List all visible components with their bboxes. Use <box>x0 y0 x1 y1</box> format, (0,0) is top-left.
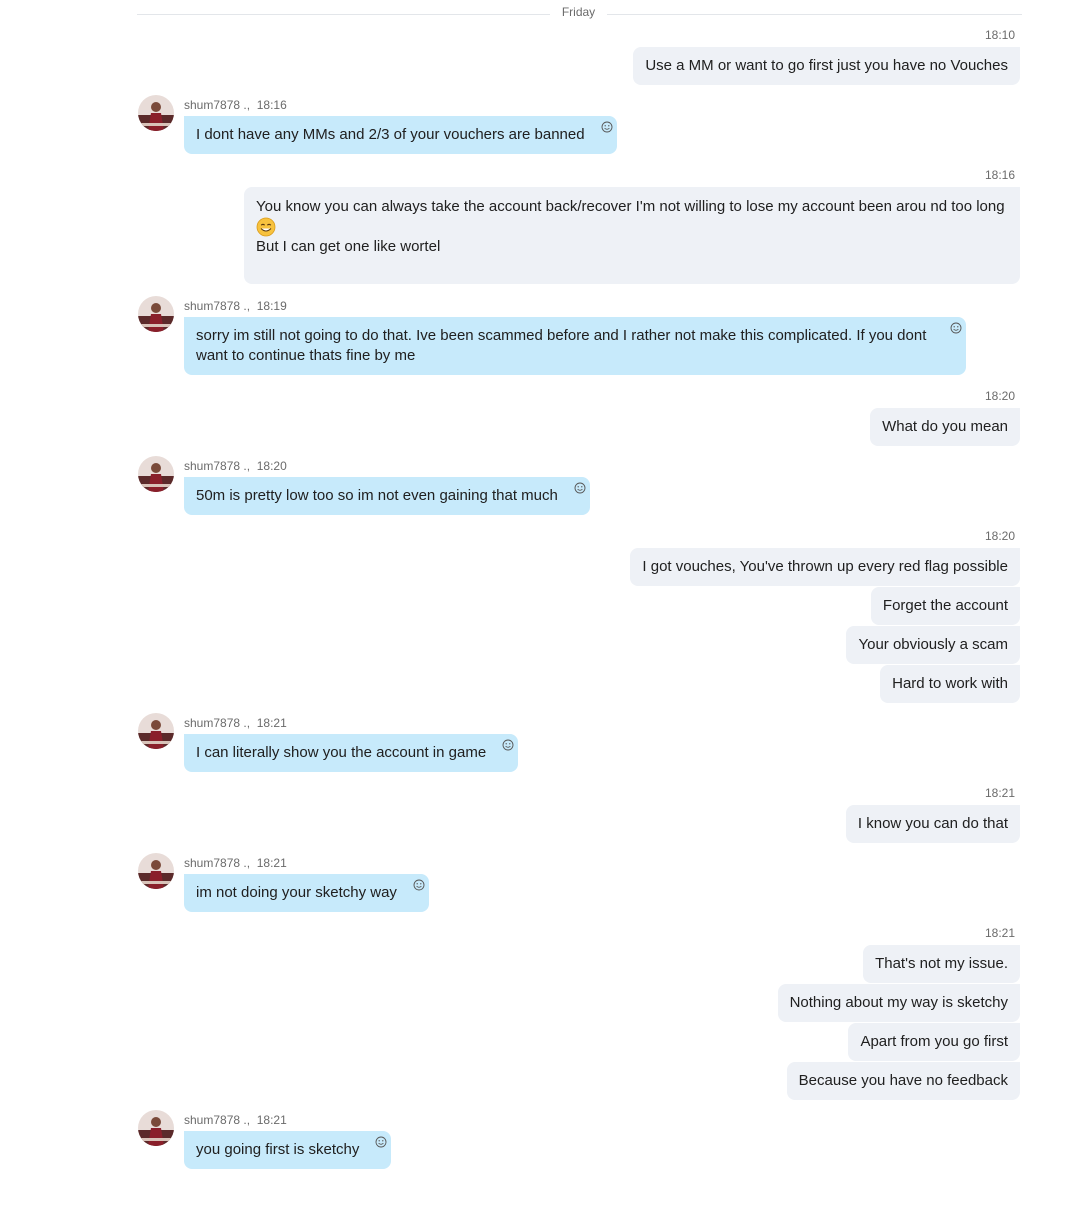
incoming-message[interactable]: I dont have any MMs and 2/3 of your vouc… <box>184 116 617 154</box>
outgoing-message[interactable]: I know you can do that <box>845 805 1020 843</box>
message-text: Forget the account <box>882 597 1008 614</box>
outgoing-message[interactable]: Apart from you go first <box>848 1023 1020 1061</box>
sender-name: shum7878 ., <box>184 856 251 870</box>
add-reaction-icon[interactable] <box>601 121 613 133</box>
message-text: Use a MM or want to go first just you ha… <box>645 57 1008 74</box>
smiling-face-icon <box>256 217 276 237</box>
sender-name: shum7878 ., <box>184 1113 251 1127</box>
message-timestamp: 18:21 <box>256 856 287 870</box>
avatar[interactable] <box>138 853 174 889</box>
add-reaction-icon[interactable] <box>950 322 962 334</box>
sender-header: shum7878 ., 18:21 <box>184 856 287 870</box>
message-timestamp: 18:16 <box>984 168 1015 182</box>
sender-name: shum7878 ., <box>184 98 251 112</box>
message-text: im not doing your sketchy way <box>196 884 397 901</box>
outgoing-message[interactable]: Because you have no feedback <box>786 1062 1020 1100</box>
sender-name: shum7878 ., <box>184 459 251 473</box>
message-timestamp: 18:21 <box>984 786 1015 800</box>
message-text: What do you mean <box>882 418 1008 435</box>
outgoing-message[interactable]: Use a MM or want to go first just you ha… <box>633 47 1020 85</box>
sender-header: shum7878 ., 18:20 <box>184 459 287 473</box>
incoming-message[interactable]: you going first is sketchy <box>184 1131 392 1169</box>
emoji-line <box>256 217 1008 237</box>
message-timestamp: 18:16 <box>256 98 287 112</box>
day-label: Friday <box>561 5 596 19</box>
day-separator: Friday <box>137 4 1022 24</box>
message-text: I can literally show you the account in … <box>196 744 487 761</box>
outgoing-message[interactable]: You know you can always take the account… <box>244 187 1020 284</box>
message-text: Hard to work with <box>892 675 1008 692</box>
message-text: I got vouches, You've thrown up every re… <box>642 558 1008 575</box>
avatar[interactable] <box>138 1110 174 1146</box>
message-text: Because you have no feedback <box>798 1072 1008 1089</box>
message-text: I dont have any MMs and 2/3 of your vouc… <box>196 126 585 143</box>
add-reaction-icon[interactable] <box>413 879 425 891</box>
outgoing-message[interactable]: What do you mean <box>870 408 1020 446</box>
outgoing-message[interactable]: I got vouches, You've thrown up every re… <box>630 548 1020 586</box>
incoming-message[interactable]: I can literally show you the account in … <box>184 734 519 772</box>
message-timestamp: 18:21 <box>256 716 287 730</box>
outgoing-message[interactable]: Nothing about my way is sketchy <box>777 984 1020 1022</box>
incoming-message[interactable]: 50m is pretty low too so im not even gai… <box>184 477 590 515</box>
outgoing-message[interactable]: Your obviously a scam <box>846 626 1020 664</box>
message-text: 50m is pretty low too so im not even gai… <box>196 487 558 504</box>
incoming-message[interactable]: sorry im still not going to do that. Ive… <box>184 317 966 375</box>
sender-header: shum7878 ., 18:21 <box>184 716 287 730</box>
sender-header: shum7878 ., 18:16 <box>184 98 287 112</box>
message-text: want to continue thats fine by me <box>196 347 416 364</box>
avatar[interactable] <box>138 296 174 332</box>
avatar[interactable] <box>138 456 174 492</box>
add-reaction-icon[interactable] <box>502 739 514 751</box>
message-text: sorry im still not going to do that. Ive… <box>196 327 927 344</box>
message-timestamp: 18:20 <box>256 459 287 473</box>
add-reaction-icon[interactable] <box>375 1136 387 1148</box>
sender-name: shum7878 ., <box>184 299 251 313</box>
message-text: That's not my issue. <box>875 955 1008 972</box>
message-timestamp: 18:21 <box>984 926 1015 940</box>
message-text: I know you can do that <box>857 815 1008 832</box>
message-text: Apart from you go first <box>860 1033 1008 1050</box>
message-timestamp: 18:10 <box>984 28 1015 42</box>
outgoing-message[interactable]: Forget the account <box>870 587 1020 625</box>
sender-name: shum7878 ., <box>184 716 251 730</box>
separator-line-right <box>607 14 1022 15</box>
sender-header: shum7878 ., 18:21 <box>184 1113 287 1127</box>
add-reaction-icon[interactable] <box>574 482 586 494</box>
message-text: But I can get one like wortel <box>256 238 441 255</box>
message-text: Nothing about my way is sketchy <box>789 994 1008 1011</box>
outgoing-message[interactable]: Hard to work with <box>880 665 1020 703</box>
incoming-message[interactable]: im not doing your sketchy way <box>184 874 429 912</box>
sender-header: shum7878 ., 18:19 <box>184 299 287 313</box>
separator-line-left <box>137 14 550 15</box>
avatar[interactable] <box>138 95 174 131</box>
message-timestamp: 18:20 <box>984 389 1015 403</box>
avatar[interactable] <box>138 713 174 749</box>
message-text: Your obviously a scam <box>858 636 1008 653</box>
message-timestamp: 18:20 <box>984 529 1015 543</box>
message-timestamp: 18:19 <box>256 299 287 313</box>
message-timestamp: 18:21 <box>256 1113 287 1127</box>
message-text: you going first is sketchy <box>196 1141 360 1158</box>
outgoing-message[interactable]: That's not my issue. <box>863 945 1020 983</box>
message-text: You know you can always take the account… <box>256 198 1005 215</box>
